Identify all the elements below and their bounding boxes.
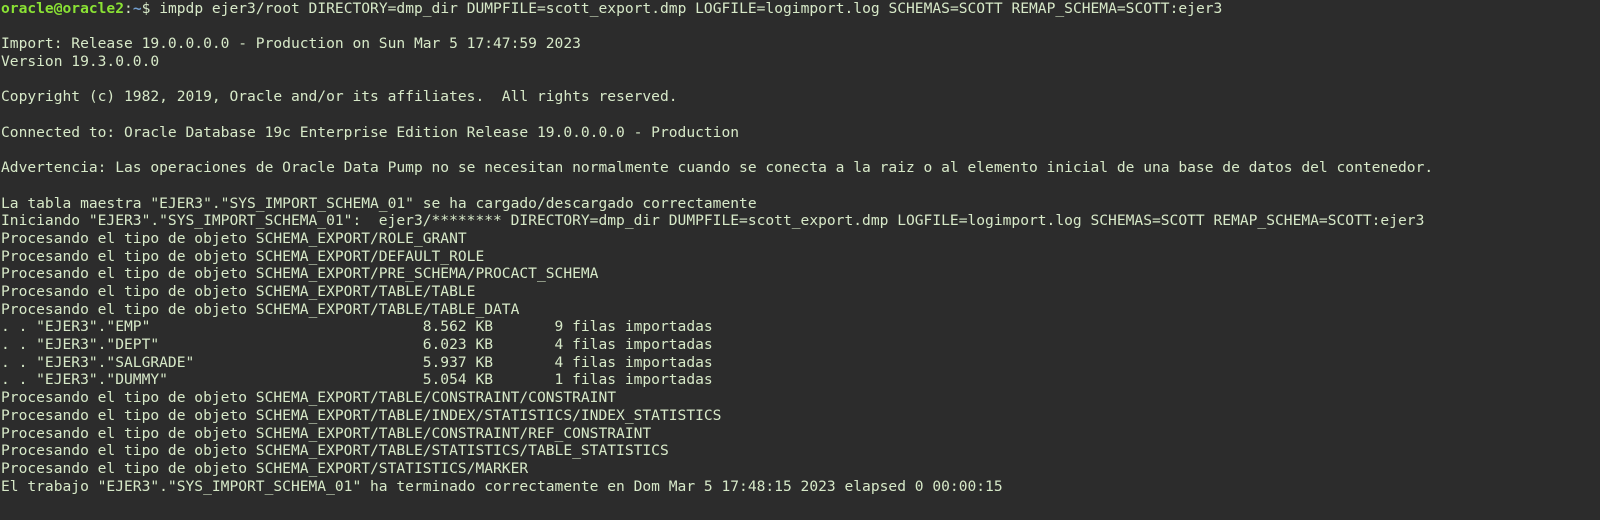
prompt-symbol: $ (141, 0, 160, 17)
output-line: Procesando el tipo de objeto SCHEMA_EXPO… (1, 389, 617, 407)
output-line: Iniciando "EJER3"."SYS_IMPORT_SCHEMA_01"… (1, 212, 1425, 230)
output-line: . . "EJER3"."DEPT" 6.023 KB 4 filas impo… (1, 336, 713, 354)
output-line: El trabajo "EJER3"."SYS_IMPORT_SCHEMA_01… (1, 477, 1003, 495)
terminal-window[interactable]: oracle@oracle2:~$ impdp ejer3/root DIREC… (0, 0, 1600, 520)
command-text: impdp ejer3/root DIRECTORY=dmp_dir DUMPF… (159, 0, 1223, 17)
output-line: Procesando el tipo de objeto SCHEMA_EXPO… (1, 300, 520, 318)
output-line: . . "EJER3"."EMP" 8.562 KB 9 filas impor… (1, 318, 713, 336)
output-line: . . "EJER3"."DUMMY" 5.054 KB 1 filas imp… (1, 371, 713, 389)
prompt-user-host: oracle@oracle2 (1, 0, 125, 17)
prompt-path: ~ (132, 0, 142, 17)
output-line: Procesando el tipo de objeto SCHEMA_EXPO… (1, 442, 669, 460)
output-line: Procesando el tipo de objeto SCHEMA_EXPO… (1, 247, 485, 265)
output-line: Procesando el tipo de objeto SCHEMA_EXPO… (1, 459, 529, 477)
output-line: Procesando el tipo de objeto SCHEMA_EXPO… (1, 283, 476, 300)
output-line: Connected to: Oracle Database 19c Enterp… (1, 123, 740, 141)
output-line: Copyright (c) 1982, 2019, Oracle and/or … (1, 88, 678, 106)
output-line: Version 19.3.0.0.0 (1, 53, 160, 71)
output-line: Procesando el tipo de objeto SCHEMA_EXPO… (1, 265, 599, 283)
terminal-output: Import: Release 19.0.0.0.0 - Production … (0, 18, 1600, 496)
command-line: oracle@oracle2:~$ impdp ejer3/root DIREC… (0, 0, 1600, 18)
output-line: La tabla maestra "EJER3"."SYS_IMPORT_SCH… (1, 194, 757, 212)
output-line: Advertencia: Las operaciones de Oracle D… (1, 159, 1434, 177)
output-line: Import: Release 19.0.0.0.0 - Production … (1, 35, 581, 53)
prompt-separator: : (124, 0, 133, 17)
output-line: Procesando el tipo de objeto SCHEMA_EXPO… (1, 424, 652, 442)
output-line: Procesando el tipo de objeto SCHEMA_EXPO… (1, 406, 722, 424)
output-line: . . "EJER3"."SALGRADE" 5.937 KB 4 filas … (1, 353, 713, 371)
output-line: Procesando el tipo de objeto SCHEMA_EXPO… (1, 229, 467, 247)
